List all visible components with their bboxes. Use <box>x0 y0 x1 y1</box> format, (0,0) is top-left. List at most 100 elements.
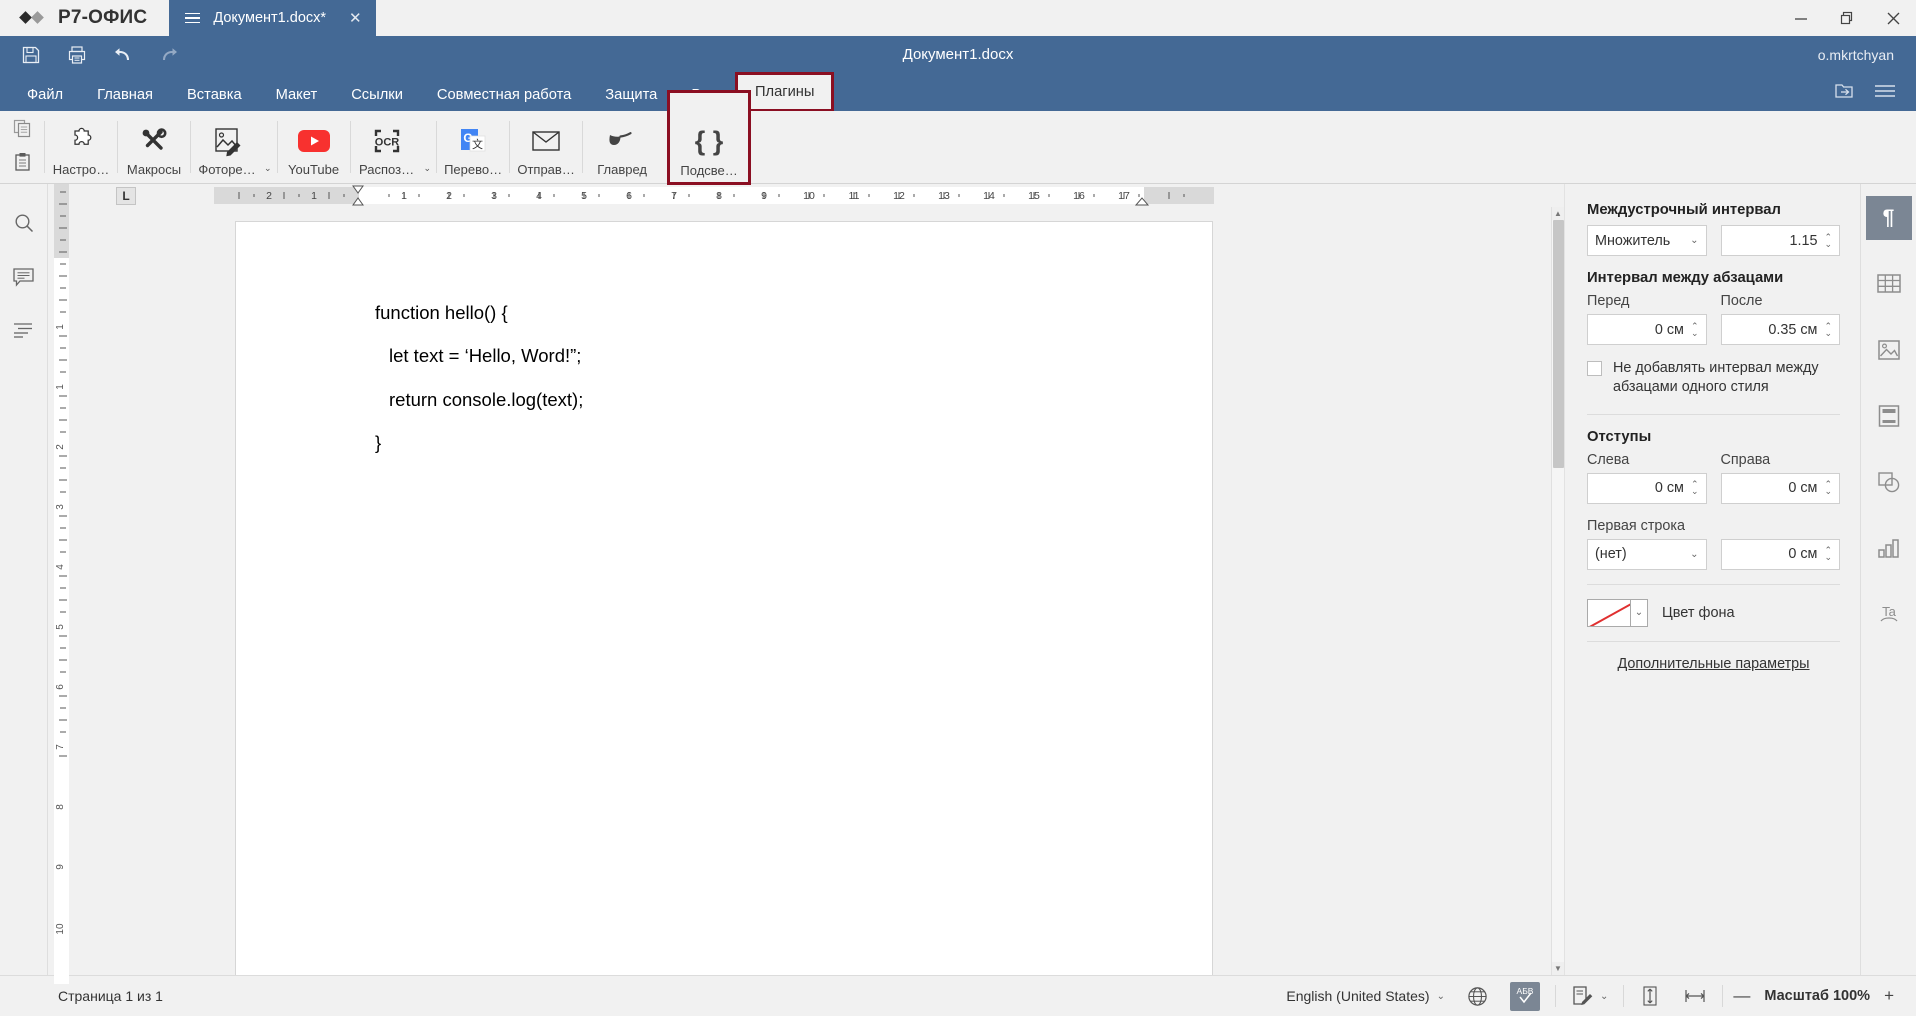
chevron-down-icon: ⌄ <box>1690 235 1699 246</box>
spacing-before-input[interactable]: 0 см ⌃ ⌄ <box>1587 314 1707 345</box>
restore-button[interactable] <box>1824 0 1870 36</box>
save-icon[interactable] <box>8 38 54 72</box>
scroll-down-arrow[interactable]: ▼ <box>1552 962 1564 975</box>
ribbon-item-code-highlight[interactable]: { } Подсве… <box>670 119 748 178</box>
tab-file[interactable]: Файл <box>10 80 80 111</box>
stepper-arrows-icon[interactable]: ⌃ ⌄ <box>1824 321 1832 337</box>
minimize-button[interactable] <box>1778 0 1824 36</box>
no-spacing-same-style-checkbox[interactable] <box>1587 361 1602 376</box>
language-selector[interactable]: English (United States) ⌄ <box>1275 981 1456 1011</box>
globe-icon[interactable] <box>1456 981 1499 1011</box>
ribbon-item-ocr[interactable]: OCR Распоз… <box>351 118 423 177</box>
tab-collaboration[interactable]: Совместная работа <box>420 80 588 111</box>
stepper-arrows-icon[interactable]: ⌃ ⌄ <box>1824 232 1832 248</box>
redo-icon[interactable] <box>146 38 192 72</box>
ribbon-item-settings[interactable]: Настро… <box>45 111 117 183</box>
ribbon-item-send[interactable]: Отправ… <box>510 111 582 183</box>
shape-settings-icon[interactable] <box>1866 460 1912 504</box>
plugins-ribbon: Настро… Макросы Фоторе… ⌄ YouTube OCR Ра… <box>0 90 1916 185</box>
undo-icon[interactable] <box>100 38 146 72</box>
chevron-down-icon: ⌄ <box>1634 607 1644 619</box>
tab-protection[interactable]: Защита <box>588 80 674 111</box>
document-canvas: L 2 1 1 2 3 4 5 6 7 8 9 10 11 12 13 14 1… <box>69 184 1564 975</box>
tab-layout[interactable]: Макет <box>259 80 335 111</box>
zoom-in-button[interactable]: + <box>1878 986 1900 1006</box>
svg-text:1: 1 <box>401 190 407 202</box>
title-bar: Р7-ОФИС Документ1.docx* ✕ <box>0 0 1916 36</box>
first-line-value-input[interactable]: 0 см ⌃ ⌄ <box>1720 538 1840 570</box>
zoom-out-button[interactable]: — <box>1727 986 1756 1006</box>
ribbon-item-youtube[interactable]: YouTube <box>278 111 350 183</box>
stepper-arrows-icon[interactable]: ⌃ ⌄ <box>1691 321 1699 337</box>
document-tab[interactable]: Документ1.docx* ✕ <box>169 0 376 36</box>
right-settings-rail: ¶ Ta <box>1860 184 1916 975</box>
scroll-up-arrow[interactable]: ▲ <box>1552 207 1564 220</box>
image-settings-icon[interactable] <box>1866 328 1912 372</box>
user-name[interactable]: o.mkrtchyan <box>1818 47 1894 63</box>
horizontal-ruler[interactable]: L 2 1 1 2 3 4 5 6 7 8 9 10 11 12 13 14 1… <box>69 184 1564 207</box>
close-icon[interactable]: ✕ <box>339 9 362 27</box>
fit-page-icon[interactable] <box>1628 981 1672 1011</box>
ribbon-item-translator[interactable]: G 文 Перево… <box>437 111 509 183</box>
chevron-down-icon: ⌄ <box>1599 990 1609 1002</box>
headings-icon[interactable] <box>12 321 35 344</box>
tab-insert[interactable]: Вставка <box>170 80 259 111</box>
ribbon-item-macros[interactable]: Макросы <box>118 111 190 183</box>
photo-editor-icon <box>210 123 244 159</box>
advanced-parameters-link[interactable]: Дополнительные параметры <box>1587 656 1840 672</box>
google-translate-icon: G 文 <box>457 123 489 159</box>
tab-plugins[interactable]: Плагины <box>737 75 832 109</box>
chevron-down-icon[interactable]: ⌄ <box>423 163 437 174</box>
first-line-mode-select[interactable]: (нет) ⌄ <box>1587 538 1707 570</box>
view-settings-icon[interactable] <box>1874 83 1896 104</box>
header-footer-settings-icon[interactable] <box>1866 394 1912 438</box>
paragraph-spacing-title: Интервал между абзацами <box>1587 270 1784 286</box>
vertical-ruler[interactable]: 1 1 2 3 4 5 6 7 8 9 10 <box>48 184 69 984</box>
svg-text:文: 文 <box>472 137 483 151</box>
stepper-arrows-icon[interactable]: ⌃ ⌄ <box>1824 546 1832 562</box>
document-scroll-area[interactable]: function hello() { let text = ‘Hello, Wo… <box>69 207 1564 975</box>
open-file-location-icon[interactable] <box>1834 82 1854 105</box>
line-spacing-mode-select[interactable]: Множитель ⌄ <box>1587 225 1707 256</box>
paragraph-settings-icon[interactable]: ¶ <box>1865 196 1912 240</box>
scroll-thumb[interactable] <box>1553 220 1564 468</box>
document-page[interactable]: function hello() { let text = ‘Hello, Wo… <box>235 221 1213 975</box>
main-area: 1 1 2 3 4 5 6 7 8 9 10 L 2 1 1 2 3 4 5 6… <box>0 184 1916 984</box>
comments-icon[interactable] <box>12 267 35 293</box>
indent-right-input[interactable]: 0 см ⌃ ⌄ <box>1720 472 1840 504</box>
no-spacing-same-style-checkbox-row[interactable]: Не добавлять интервал между абзацами одн… <box>1587 359 1840 398</box>
chevron-down-icon[interactable]: ⌄ <box>263 163 277 174</box>
document-text[interactable]: function hello() { let text = ‘Hello, Wo… <box>236 222 1212 453</box>
line-spacing-value-input[interactable]: 1.15 ⌃ ⌄ <box>1720 225 1840 256</box>
search-icon[interactable] <box>13 212 35 239</box>
ribbon-item-label: YouTube <box>288 161 340 177</box>
background-color-swatch[interactable] <box>1587 598 1631 627</box>
paste-icon[interactable] <box>13 152 32 176</box>
stepper-arrows-icon[interactable]: ⌃ ⌄ <box>1691 480 1699 496</box>
background-color-dropdown[interactable]: ⌄ <box>1631 598 1648 627</box>
print-icon[interactable] <box>54 38 100 72</box>
copy-icon[interactable] <box>13 119 32 143</box>
paragraph-spacing-row: Перед 0 см ⌃ ⌄ После 0.35 см ⌃ ⌄ <box>1587 293 1840 345</box>
spacing-after-input[interactable]: 0.35 см ⌃ ⌄ <box>1720 314 1840 345</box>
fit-width-icon[interactable] <box>1672 981 1718 1011</box>
tab-references[interactable]: Ссылки <box>334 80 420 111</box>
close-button[interactable] <box>1870 0 1916 36</box>
vertical-scrollbar[interactable]: ▲ ▼ <box>1551 207 1564 975</box>
table-settings-icon[interactable] <box>1866 262 1912 306</box>
ribbon-item-glavred[interactable]: Главред <box>583 111 661 183</box>
tab-home[interactable]: Главная <box>80 80 170 111</box>
text-art-settings-icon[interactable]: Ta <box>1866 592 1912 636</box>
track-changes-button[interactable]: ⌄ <box>1560 981 1619 1011</box>
spellcheck-button[interactable]: АБВ <box>1499 981 1551 1011</box>
first-line-mode-value: (нет) <box>1595 546 1627 563</box>
ribbon-item-photo-editor[interactable]: Фоторе… <box>191 118 263 177</box>
hamburger-icon[interactable] <box>185 12 201 24</box>
indents-title: Отступы <box>1587 428 1652 445</box>
tab-stop-selector[interactable]: L <box>116 186 136 205</box>
svg-text:1: 1 <box>55 384 66 390</box>
stepper-arrows-icon[interactable]: ⌃ ⌄ <box>1824 480 1832 496</box>
chart-settings-icon[interactable] <box>1866 526 1912 570</box>
zoom-label[interactable]: Масштаб 100% <box>1756 988 1878 1004</box>
indent-left-input[interactable]: 0 см ⌃ ⌄ <box>1587 472 1707 504</box>
